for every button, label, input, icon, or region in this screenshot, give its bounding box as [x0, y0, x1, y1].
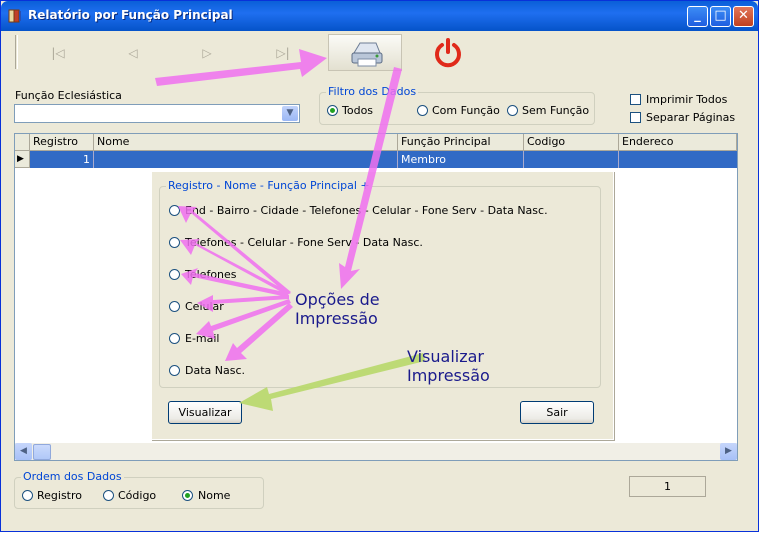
print-option-2: Telefones - Celular - Fone Serv - Data N… [185, 236, 423, 249]
filter-group-title: Filtro dos Dados [326, 85, 419, 98]
record-count: 1 [629, 476, 706, 497]
scroll-thumb[interactable] [33, 444, 51, 460]
first-record-button[interactable]: |◁ [38, 39, 78, 67]
column-header-funcao[interactable]: Função Principal [398, 134, 524, 151]
filter-option-sem-funcao: Sem Função [522, 104, 590, 117]
report-window: Relatório por Função Principal _ □ ✕ |◁ … [0, 0, 759, 532]
print-options-title: Registro - Nome - Função Principal + [166, 179, 372, 192]
power-icon[interactable] [431, 36, 465, 70]
imprimir-todos-label: Imprimir Todos [646, 93, 728, 106]
print-option-1: End - Bairro - Cidade - Telefones - Celu… [185, 204, 548, 217]
filter-radio-sem-funcao[interactable] [507, 105, 518, 116]
close-button[interactable]: ✕ [733, 6, 754, 27]
visualizar-button[interactable]: Visualizar [168, 401, 242, 424]
print-option-radio-4[interactable] [169, 301, 180, 312]
filter-option-todos: Todos [342, 104, 374, 117]
sair-button[interactable]: Sair [520, 401, 594, 424]
cell-codigo[interactable] [524, 151, 619, 168]
row-indicator-icon: ▶ [15, 151, 30, 168]
separar-paginas-checkbox[interactable] [630, 112, 641, 123]
order-option-registro: Registro [37, 489, 83, 502]
options-callout-line-2: Impressão [295, 309, 378, 328]
next-record-button[interactable]: ▷ [187, 39, 227, 67]
print-option-6: Data Nasc. [185, 364, 246, 377]
filter-group: Filtro dos Dados Todos Com Função Sem Fu… [319, 85, 595, 125]
column-header-registro[interactable]: Registro [30, 134, 94, 151]
table-row[interactable]: 1 Membro [30, 151, 737, 168]
printer-icon [351, 42, 383, 67]
app-icon [8, 9, 21, 23]
scroll-right-icon[interactable]: ▶ [720, 443, 737, 460]
print-option-5: E-mail [185, 332, 220, 345]
visualizar-callout-line-2: Impressão [407, 366, 490, 385]
cell-endereco[interactable] [619, 151, 737, 168]
filter-option-com-funcao: Com Função [432, 104, 500, 117]
maximize-button[interactable]: □ [710, 6, 731, 27]
chevron-down-icon[interactable]: ▼ [282, 106, 298, 121]
funcao-label: Função Eclesiástica [15, 89, 122, 102]
horizontal-scrollbar[interactable]: ◀ ▶ [15, 443, 737, 460]
order-group: Ordem dos Dados Registro Código Nome [14, 470, 264, 509]
print-option-4: Celular [185, 300, 224, 313]
print-option-radio-2[interactable] [169, 237, 180, 248]
order-option-codigo: Código [118, 489, 157, 502]
column-header-endereco[interactable]: Endereco [619, 134, 737, 151]
print-option-radio-1[interactable] [169, 205, 180, 216]
funcao-select[interactable]: ▼ [14, 104, 300, 123]
window-title: Relatório por Função Principal [28, 8, 233, 22]
column-header-codigo[interactable]: Codigo [524, 134, 619, 151]
order-radio-registro[interactable] [22, 490, 33, 501]
cell-registro[interactable]: 1 [30, 151, 94, 168]
print-option-radio-6[interactable] [169, 365, 180, 376]
order-radio-nome[interactable] [182, 490, 193, 501]
print-option-3: Telefones [185, 268, 237, 281]
filter-radio-com-funcao[interactable] [417, 105, 428, 116]
imprimir-todos-checkbox[interactable] [630, 94, 641, 105]
grid-corner [15, 134, 30, 151]
options-callout-line-1: Opções de [295, 290, 380, 309]
visualizar-callout: Visualizar Impressão [407, 347, 490, 385]
title-bar[interactable]: Relatório por Função Principal _ □ ✕ [1, 1, 758, 31]
cell-funcao[interactable]: Membro [398, 151, 524, 168]
separar-paginas-label: Separar Páginas [646, 111, 736, 124]
print-button[interactable] [328, 34, 402, 71]
print-option-radio-5[interactable] [169, 333, 180, 344]
visualizar-callout-line-1: Visualizar [407, 347, 484, 366]
cell-nome[interactable] [94, 151, 398, 168]
options-callout: Opções de Impressão [295, 290, 380, 328]
last-record-button[interactable]: ▷| [263, 39, 303, 67]
prev-record-button[interactable]: ◁ [113, 39, 153, 67]
print-options-panel: Registro - Nome - Função Principal + End… [151, 171, 614, 440]
column-header-nome[interactable]: Nome [94, 134, 398, 151]
order-option-nome: Nome [198, 489, 231, 502]
print-option-radio-3[interactable] [169, 269, 180, 280]
print-options-group: Registro - Nome - Função Principal + End… [159, 179, 601, 388]
toolbar-grip [15, 35, 18, 69]
order-radio-codigo[interactable] [103, 490, 114, 501]
scroll-left-icon[interactable]: ◀ [15, 443, 32, 460]
minimize-button[interactable]: _ [687, 6, 708, 27]
order-group-title: Ordem dos Dados [21, 470, 124, 483]
filter-radio-todos[interactable] [327, 105, 338, 116]
